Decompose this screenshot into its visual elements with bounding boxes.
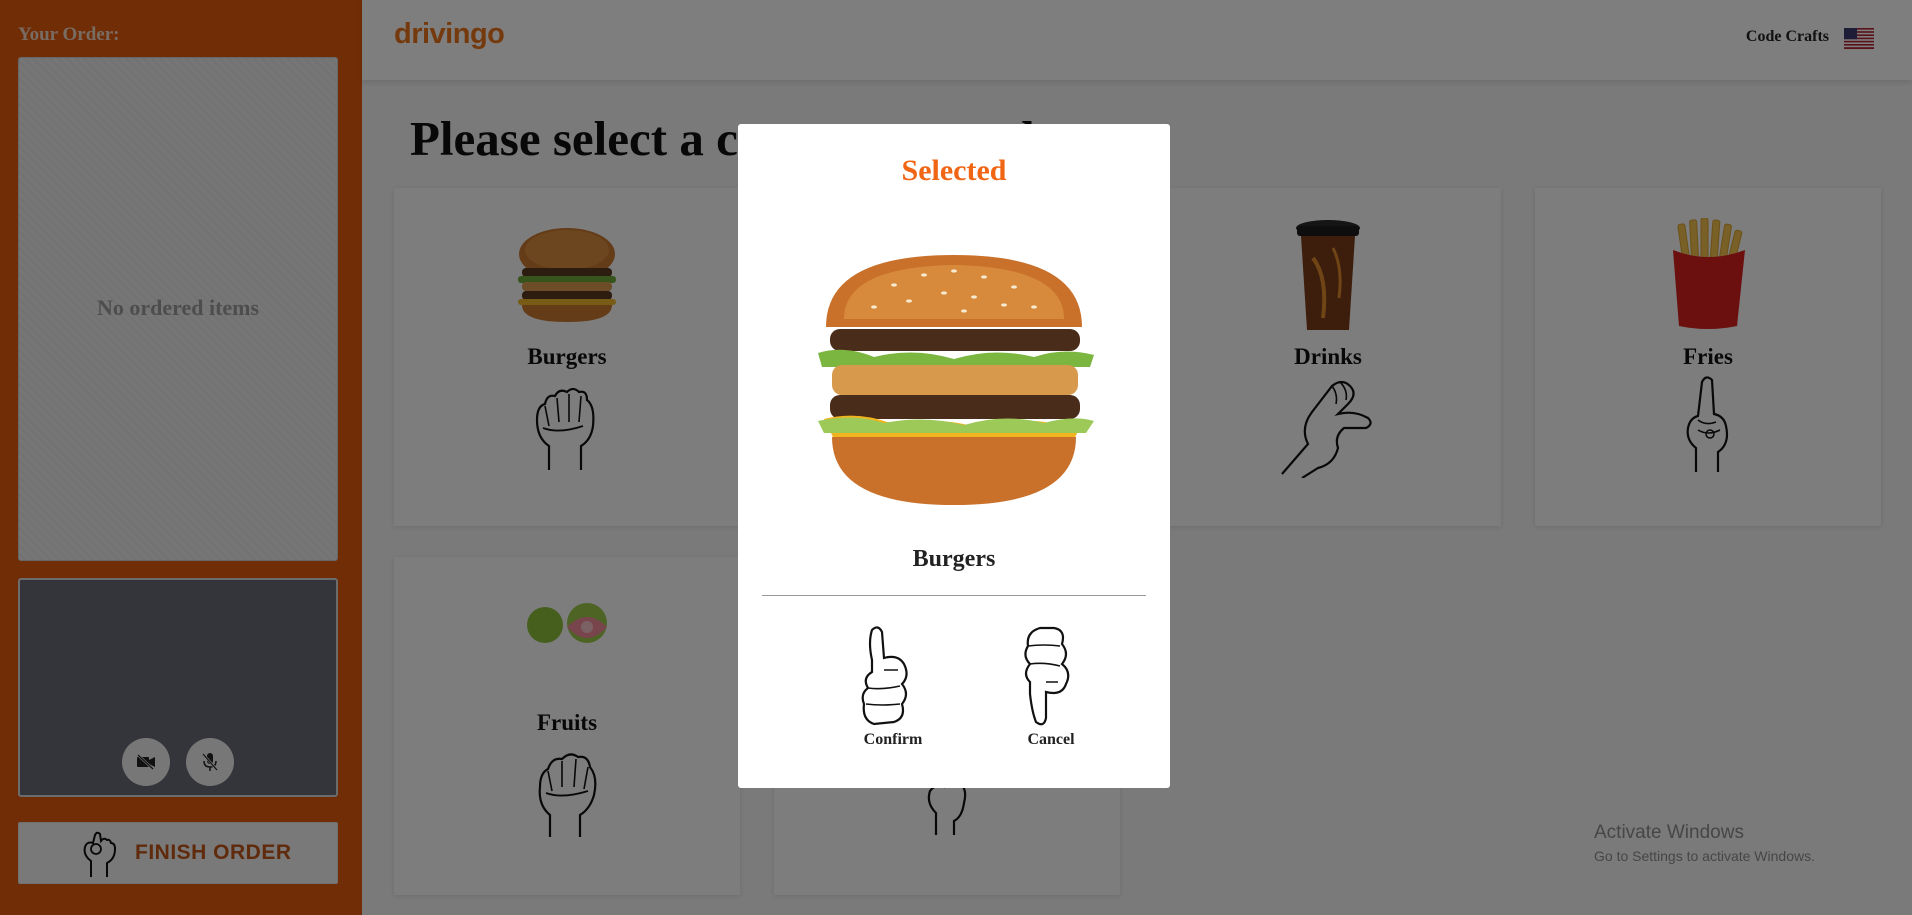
thumbs-down-sign-icon <box>1024 626 1070 726</box>
cancel-button[interactable]: Cancel <box>996 624 1106 754</box>
modal-title: Selected <box>901 154 1007 187</box>
confirm-label: Confirm <box>863 731 923 748</box>
thumbs-up-sign-icon <box>861 626 908 726</box>
modal-divider <box>762 595 1146 596</box>
selection-modal: Selected Burgers Confirm Cancel <box>738 124 1170 788</box>
selected-item-name: Burgers <box>912 546 996 572</box>
confirm-button[interactable]: Confirm <box>838 624 948 754</box>
cancel-label: Cancel <box>1027 731 1075 748</box>
selected-burger-image <box>818 255 1094 505</box>
